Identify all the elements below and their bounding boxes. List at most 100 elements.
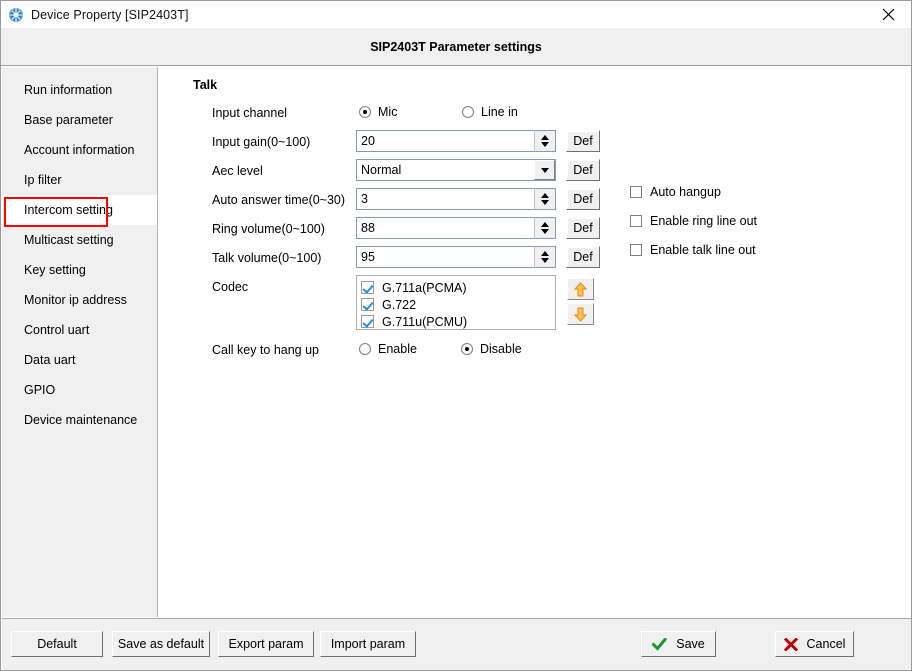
- radio-call-key-disable[interactable]: Disable: [461, 342, 522, 356]
- codec-list[interactable]: G.711a(PCMA) G.722 G.711u(PCMU): [356, 275, 556, 330]
- settings-pane: Talk Input channel Mic Line in Input gai…: [159, 67, 910, 617]
- sidebar-item-multicast-setting[interactable]: Multicast setting: [2, 225, 157, 255]
- sidebar-item-label: Data uart: [24, 353, 76, 367]
- auto-answer-time-field[interactable]: [356, 188, 556, 210]
- stepper-down-icon: [541, 229, 549, 234]
- stepper-up-icon: [541, 135, 549, 140]
- stepper-down-icon: [541, 258, 549, 263]
- check-icon: [652, 637, 668, 651]
- stepper-up-icon: [541, 222, 549, 227]
- window-title: Device Property [SIP2403T]: [31, 7, 189, 22]
- codec-move-down-button[interactable]: [567, 303, 594, 325]
- input-gain-default-button[interactable]: Def: [566, 130, 600, 152]
- page-title: SIP2403T Parameter settings: [370, 39, 542, 54]
- sidebar-item-ip-filter[interactable]: Ip filter: [2, 165, 157, 195]
- label-aec-level: Aec level: [212, 164, 263, 178]
- sidebar-item-monitor-ip-address[interactable]: Monitor ip address: [2, 285, 157, 315]
- list-item[interactable]: G.722: [361, 296, 555, 313]
- page-header: SIP2403T Parameter settings: [1, 28, 911, 66]
- sidebar-item-gpio[interactable]: GPIO: [2, 375, 157, 405]
- import-param-button[interactable]: Import param: [320, 631, 416, 657]
- talk-volume-default-button[interactable]: Def: [566, 246, 600, 268]
- radio-input-channel-line-in[interactable]: Line in: [462, 105, 518, 119]
- checkbox-auto-hangup[interactable]: Auto hangup: [630, 185, 721, 199]
- stepper-down-icon: [541, 200, 549, 205]
- checkbox-checked-icon[interactable]: [361, 315, 374, 328]
- auto-answer-time-stepper[interactable]: [534, 188, 556, 210]
- talk-settings-form: Input channel Mic Line in Input gain(0~1…: [159, 101, 910, 367]
- label-ring-volume: Ring volume(0~100): [212, 222, 325, 236]
- label-call-key-hangup: Call key to hang up: [212, 343, 320, 357]
- chevron-down-icon: [540, 167, 549, 173]
- sidebar-item-label: Intercom setting: [24, 203, 113, 217]
- save-as-default-button[interactable]: Save as default: [112, 631, 210, 657]
- radio-label: Line in: [481, 105, 518, 119]
- sidebar-item-label: Key setting: [24, 263, 86, 277]
- talk-volume-field[interactable]: [356, 246, 556, 268]
- codec-move-up-button[interactable]: [567, 278, 594, 300]
- sidebar-item-label: Monitor ip address: [24, 293, 127, 307]
- save-button-label: Save: [676, 637, 705, 651]
- row-input-gain: Input gain(0~100) Def: [159, 130, 910, 159]
- checkbox-unchecked-icon: [630, 244, 642, 256]
- checkbox-enable-ring-line-out[interactable]: Enable ring line out: [630, 214, 757, 228]
- sidebar-item-control-uart[interactable]: Control uart: [2, 315, 157, 345]
- list-item[interactable]: G.711a(PCMA): [361, 279, 555, 296]
- label-talk-volume: Talk volume(0~100): [212, 251, 322, 265]
- stepper-down-icon: [541, 142, 549, 147]
- title-bar: Device Property [SIP2403T]: [1, 1, 911, 28]
- close-button[interactable]: [865, 1, 911, 28]
- checkbox-unchecked-icon: [630, 215, 642, 227]
- ring-volume-default-button[interactable]: Def: [566, 217, 600, 239]
- aec-level-default-button[interactable]: Def: [566, 159, 600, 181]
- sidebar-item-data-uart[interactable]: Data uart: [2, 345, 157, 375]
- sidebar-item-key-setting[interactable]: Key setting: [2, 255, 157, 285]
- talk-volume-stepper[interactable]: [534, 246, 556, 268]
- sidebar-item-account-information[interactable]: Account information: [2, 135, 157, 165]
- move-up-arrow-icon: [574, 281, 587, 296]
- sidebar-item-intercom-setting[interactable]: Intercom setting: [2, 195, 157, 227]
- sidebar-item-label: Multicast setting: [24, 233, 114, 247]
- list-item[interactable]: G.711u(PCMU): [361, 313, 555, 330]
- checkbox-checked-icon[interactable]: [361, 281, 374, 294]
- auto-answer-time-default-button[interactable]: Def: [566, 188, 600, 210]
- label-auto-answer-time: Auto answer time(0~30): [212, 193, 346, 207]
- cancel-button[interactable]: Cancel: [775, 631, 854, 657]
- sidebar-item-base-parameter[interactable]: Base parameter: [2, 105, 157, 135]
- checkbox-checked-icon[interactable]: [361, 298, 374, 311]
- row-aec-level: Aec level Def: [159, 159, 910, 188]
- row-call-key-hangup: Call key to hang up Enable Disable: [159, 338, 910, 367]
- save-button[interactable]: Save: [641, 631, 716, 657]
- radio-unselected-icon: [462, 106, 474, 118]
- section-title-talk: Talk: [193, 78, 218, 92]
- aec-level-dropdown-button[interactable]: [534, 160, 555, 180]
- ring-volume-stepper[interactable]: [534, 217, 556, 239]
- codec-label: G.711a(PCMA): [382, 280, 467, 295]
- sidebar-item-label: Control uart: [24, 323, 90, 337]
- checkbox-enable-talk-line-out[interactable]: Enable talk line out: [630, 243, 756, 257]
- row-talk-volume: Talk volume(0~100) Def: [159, 246, 910, 275]
- radio-unselected-icon: [359, 343, 371, 355]
- sidebar-item-label: Device maintenance: [24, 413, 138, 427]
- globe-network-icon: [9, 7, 23, 22]
- default-button[interactable]: Default: [11, 631, 103, 657]
- ring-volume-field[interactable]: [356, 217, 556, 239]
- input-gain-stepper[interactable]: [534, 130, 556, 152]
- radio-selected-icon: [359, 106, 371, 118]
- label-codec: Codec: [212, 280, 249, 294]
- sidebar-item-label: Account information: [24, 143, 135, 157]
- sidebar-item-label: Ip filter: [24, 173, 62, 187]
- sidebar-item-device-maintenance[interactable]: Device maintenance: [2, 405, 157, 435]
- stepper-up-icon: [541, 251, 549, 256]
- sidebar-item-label: Base parameter: [24, 113, 113, 127]
- sidebar-item-run-information[interactable]: Run information: [2, 75, 157, 105]
- input-gain-field[interactable]: [356, 130, 556, 152]
- checkbox-label: Auto hangup: [650, 185, 721, 199]
- codec-label: G.722: [382, 297, 417, 312]
- radio-input-channel-mic[interactable]: Mic: [359, 105, 397, 119]
- export-param-button[interactable]: Export param: [218, 631, 314, 657]
- device-property-window: Device Property [SIP2403T] SIP2403T Para…: [0, 0, 912, 671]
- close-icon: [882, 8, 894, 21]
- radio-call-key-enable[interactable]: Enable: [359, 342, 417, 356]
- aec-level-select[interactable]: [356, 159, 556, 181]
